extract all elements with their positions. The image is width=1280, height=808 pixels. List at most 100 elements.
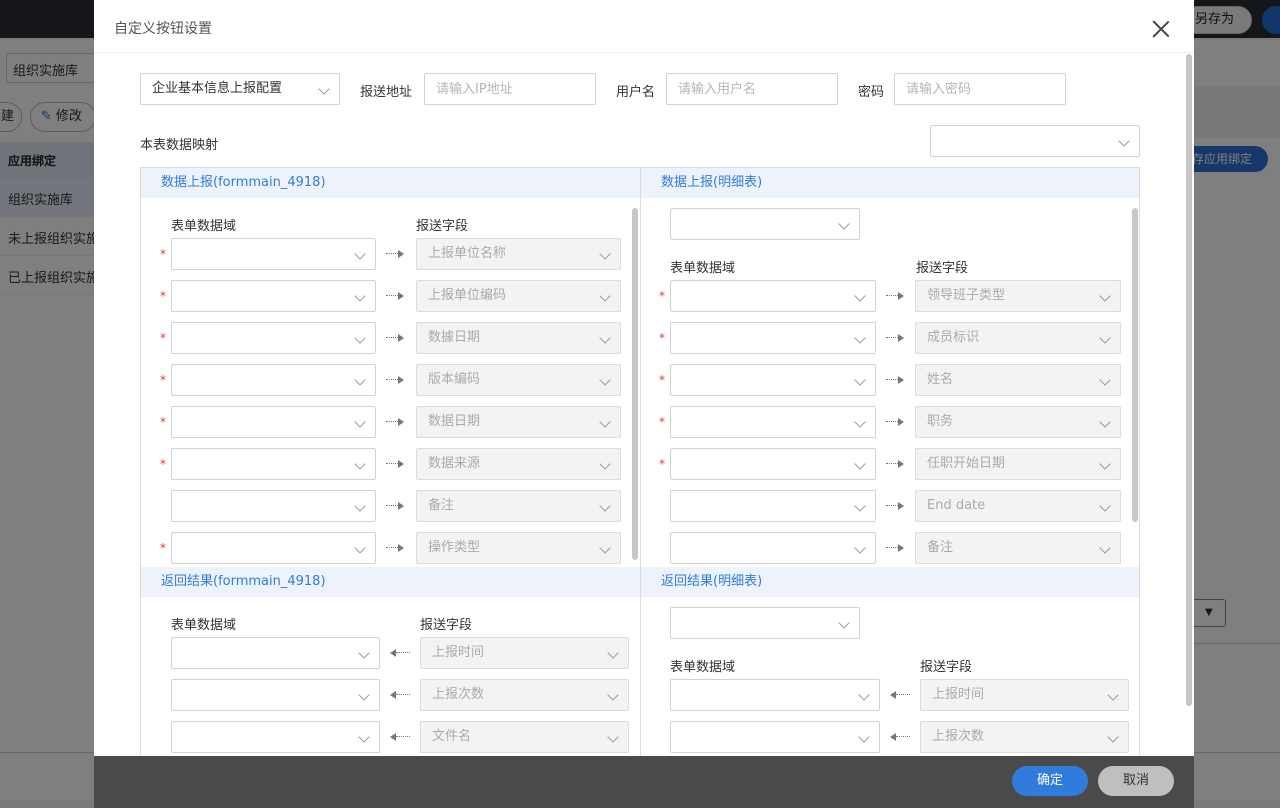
- required-marker: *: [160, 331, 166, 345]
- arrow-right-icon: [386, 543, 406, 553]
- report-field-select[interactable]: 职务: [915, 406, 1121, 438]
- report-field-select[interactable]: End date: [915, 490, 1121, 522]
- form-field-select[interactable]: [670, 280, 876, 312]
- form-field-select[interactable]: [171, 364, 376, 396]
- report-field-select[interactable]: 成员标识: [915, 322, 1121, 354]
- address-input[interactable]: [424, 73, 596, 105]
- return-detail-table-select[interactable]: [670, 607, 860, 639]
- upload-main-header: 数据上报(formmain_4918): [141, 168, 640, 198]
- chevron-down-icon: [354, 416, 366, 428]
- chevron-down-icon: [607, 689, 619, 701]
- form-field-select[interactable]: [670, 364, 876, 396]
- arrow-right-icon: [386, 291, 406, 301]
- required-marker: *: [659, 457, 665, 471]
- form-field-select[interactable]: [171, 322, 376, 354]
- chevron-down-icon: [1099, 374, 1111, 386]
- report-field-select[interactable]: 上报时间: [920, 679, 1129, 711]
- report-field-value: 领导班子类型: [927, 288, 1006, 303]
- scrollbar[interactable]: [1186, 54, 1192, 706]
- chevron-down-icon: [354, 458, 366, 470]
- report-field-select[interactable]: 数據日期: [416, 322, 621, 354]
- username-input[interactable]: [666, 73, 838, 105]
- form-field-select[interactable]: [670, 406, 876, 438]
- address-label: 报送地址: [360, 85, 413, 100]
- report-field-select[interactable]: 上报时间: [420, 637, 629, 669]
- chevron-down-icon: [358, 689, 370, 701]
- form-field-select[interactable]: [670, 322, 876, 354]
- form-field-select[interactable]: [171, 679, 380, 711]
- confirm-button[interactable]: 确定: [1012, 766, 1088, 796]
- close-icon[interactable]: [1150, 18, 1172, 40]
- form-field-select[interactable]: [171, 280, 376, 312]
- cancel-button[interactable]: 取消: [1098, 766, 1174, 796]
- report-field-select[interactable]: 数据日期: [416, 406, 621, 438]
- form-field-select[interactable]: [171, 238, 376, 270]
- required-marker: *: [160, 247, 166, 261]
- required-marker: *: [160, 289, 166, 303]
- report-field-select[interactable]: 备注: [416, 490, 621, 522]
- chevron-down-icon: [599, 542, 611, 554]
- report-field-select[interactable]: 文件名: [420, 721, 629, 753]
- report-field-select[interactable]: 数据来源: [416, 448, 621, 480]
- report-field-select[interactable]: 备注: [915, 532, 1121, 564]
- password-input[interactable]: [894, 73, 1066, 105]
- report-field-value: 上报次数: [432, 687, 485, 702]
- chevron-down-icon: [607, 731, 619, 743]
- chevron-down-icon: [1099, 458, 1111, 470]
- form-field-select[interactable]: [670, 532, 876, 564]
- form-field-select[interactable]: [171, 490, 376, 522]
- required-marker: *: [659, 415, 665, 429]
- arrow-right-icon: [386, 249, 406, 259]
- report-field-select[interactable]: 版本编码: [416, 364, 621, 396]
- form-field-select[interactable]: [670, 679, 880, 711]
- arrow-right-icon: [886, 291, 906, 301]
- chevron-down-icon: [354, 332, 366, 344]
- report-field-select[interactable]: 姓名: [915, 364, 1121, 396]
- mapping-grid: 数据上报(formmain_4918) 表单数据域 报送字段 * 上报单位名称 * 上…: [140, 167, 1140, 767]
- report-field-value: 数据日期: [428, 414, 481, 429]
- arrow-right-icon: [886, 501, 906, 511]
- form-field-select[interactable]: [171, 721, 380, 753]
- chevron-down-icon: [318, 83, 330, 95]
- chevron-down-icon: [854, 416, 866, 428]
- report-field-select[interactable]: 上报次数: [420, 679, 629, 711]
- chevron-down-icon: [1099, 290, 1111, 302]
- scrollbar[interactable]: [1132, 208, 1138, 522]
- report-field-select[interactable]: 上报次数: [920, 721, 1129, 753]
- mapping-select[interactable]: [930, 125, 1140, 157]
- arrow-right-icon: [386, 501, 406, 511]
- form-field-select[interactable]: [171, 448, 376, 480]
- config-select-value: 企业基本信息上报配置: [152, 81, 283, 96]
- chevron-down-icon: [1118, 135, 1130, 147]
- report-field-value: 备注: [927, 540, 954, 555]
- chevron-down-icon: [358, 731, 370, 743]
- password-label: 密码: [858, 85, 885, 100]
- chevron-down-icon: [1099, 500, 1111, 512]
- chevron-down-icon: [1107, 689, 1119, 701]
- form-field-select[interactable]: [670, 490, 876, 522]
- report-field-select[interactable]: 上报单位名称: [416, 238, 621, 270]
- form-field-select[interactable]: [171, 532, 376, 564]
- arrow-right-icon: [886, 459, 906, 469]
- report-field-select[interactable]: 上报单位编码: [416, 280, 621, 312]
- form-field-select[interactable]: [670, 721, 880, 753]
- chevron-down-icon: [854, 290, 866, 302]
- form-field-select[interactable]: [670, 448, 876, 480]
- form-field-column-header: 表单数据域: [171, 618, 237, 633]
- report-field-select[interactable]: 任职开始日期: [915, 448, 1121, 480]
- report-field-value: End date: [927, 498, 986, 513]
- form-field-column-header: 表单数据域: [670, 261, 736, 276]
- report-field-select[interactable]: 操作类型: [416, 532, 621, 564]
- chevron-down-icon: [854, 458, 866, 470]
- mapping-label: 本表数据映射: [140, 138, 219, 153]
- chevron-down-icon: [1099, 416, 1111, 428]
- form-field-select[interactable]: [171, 406, 376, 438]
- config-select[interactable]: 企业基本信息上报配置: [140, 73, 340, 105]
- scrollbar[interactable]: [632, 208, 638, 560]
- report-field-select[interactable]: 领导班子类型: [915, 280, 1121, 312]
- chevron-down-icon: [599, 458, 611, 470]
- report-field-column-header: 报送字段: [920, 660, 973, 675]
- form-field-select[interactable]: [171, 637, 380, 669]
- detail-table-select[interactable]: [670, 208, 860, 240]
- chevron-down-icon: [1107, 731, 1119, 743]
